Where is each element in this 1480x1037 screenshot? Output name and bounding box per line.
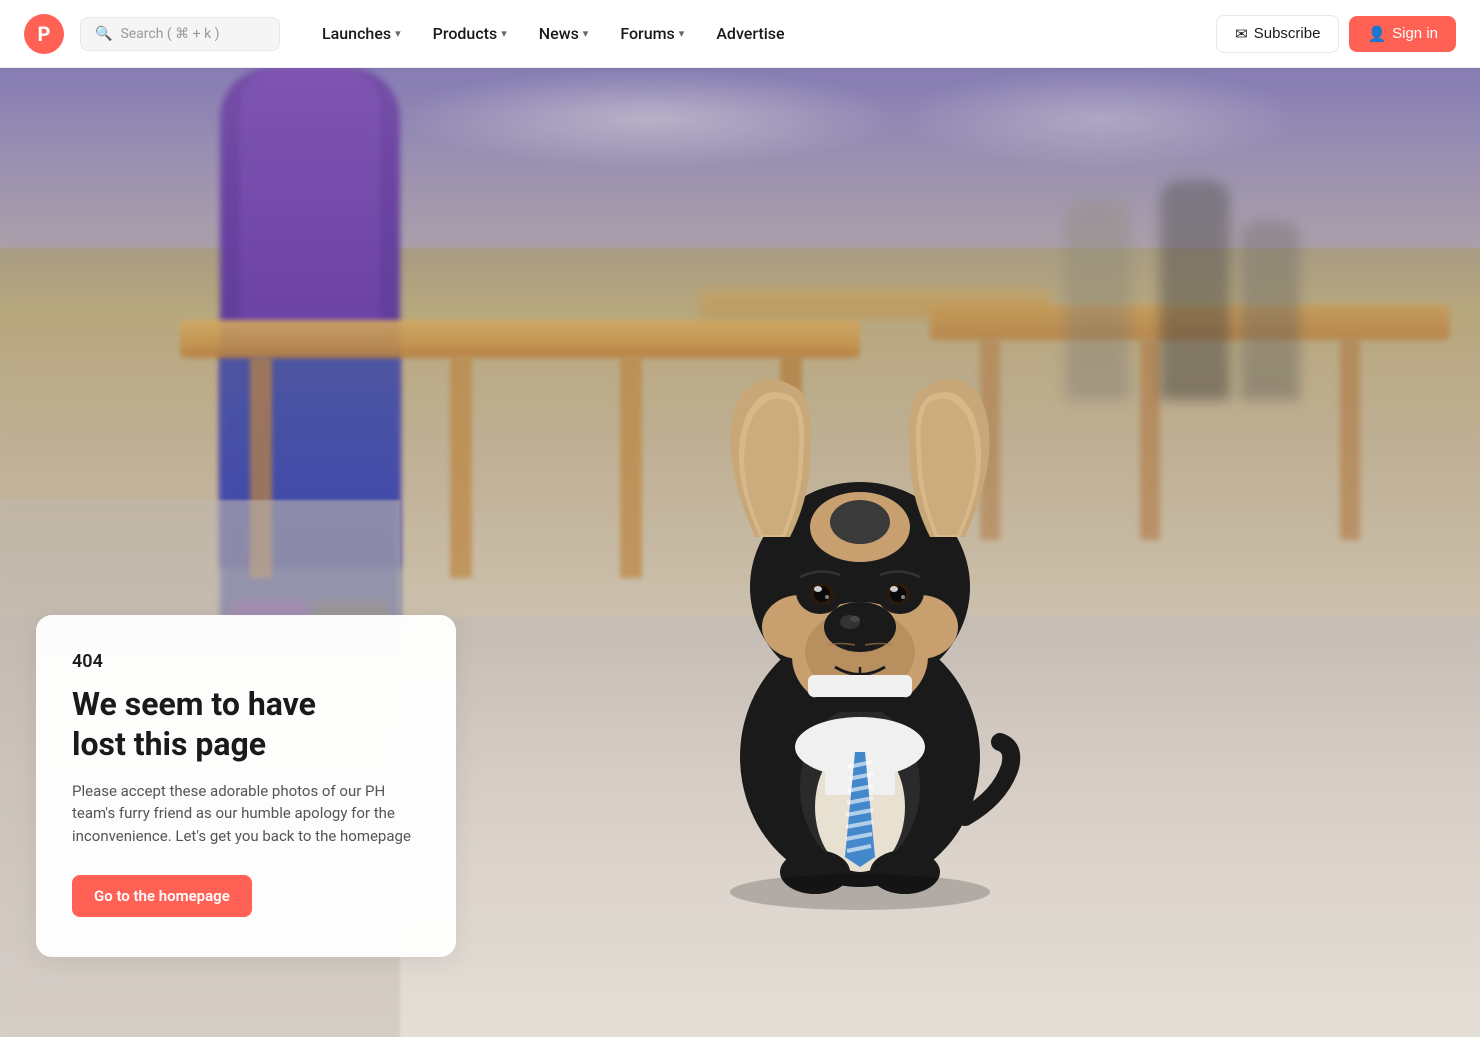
navbar: P 🔍 Search ( ⌘ + k ) Launches ▾ Products… xyxy=(0,0,1480,68)
error-card: 404 We seem to have lost this page Pleas… xyxy=(36,615,456,958)
nav-link-advertise[interactable]: Advertise xyxy=(702,16,798,51)
search-icon: 🔍 xyxy=(95,26,112,42)
error-title-line2: lost this page xyxy=(72,725,266,763)
nav-link-advertise-label: Advertise xyxy=(716,24,784,43)
error-title-line1: We seem to have xyxy=(72,685,316,723)
signin-button[interactable]: 👤 Sign in xyxy=(1349,16,1456,52)
nav-links: Launches ▾ Products ▾ News ▾ Forums ▾ Ad… xyxy=(308,16,1208,51)
nav-link-news-label: News xyxy=(539,24,579,43)
chevron-down-icon: ▾ xyxy=(583,27,589,40)
chevron-down-icon: ▾ xyxy=(679,27,685,40)
nav-link-news[interactable]: News ▾ xyxy=(525,16,603,51)
go-to-homepage-button[interactable]: Go to the homepage xyxy=(72,875,252,917)
error-description: Please accept these adorable photos of o… xyxy=(72,780,420,848)
nav-link-launches[interactable]: Launches ▾ xyxy=(308,16,415,51)
signin-label: Sign in xyxy=(1392,25,1438,42)
nav-link-forums[interactable]: Forums ▾ xyxy=(606,16,698,51)
chevron-down-icon: ▾ xyxy=(501,27,507,40)
chevron-down-icon: ▾ xyxy=(395,27,401,40)
logo-letter: P xyxy=(38,22,51,46)
subscribe-button[interactable]: ✉ Subscribe xyxy=(1216,15,1339,53)
nav-link-products[interactable]: Products ▾ xyxy=(419,16,521,51)
search-placeholder: Search ( ⌘ + k ) xyxy=(120,26,219,42)
nav-link-products-label: Products xyxy=(433,24,498,43)
subscribe-icon: ✉ xyxy=(1235,25,1248,43)
search-bar[interactable]: 🔍 Search ( ⌘ + k ) xyxy=(80,17,280,51)
dog-illustration xyxy=(660,287,1060,987)
nav-actions: ✉ Subscribe 👤 Sign in xyxy=(1216,15,1456,53)
logo[interactable]: P xyxy=(24,14,64,54)
nav-link-forums-label: Forums xyxy=(620,24,674,43)
error-code: 404 xyxy=(72,651,420,672)
subscribe-label: Subscribe xyxy=(1254,25,1321,42)
user-icon: 👤 xyxy=(1367,25,1386,43)
error-title: We seem to have lost this page xyxy=(72,684,420,764)
nav-link-launches-label: Launches xyxy=(322,24,391,43)
